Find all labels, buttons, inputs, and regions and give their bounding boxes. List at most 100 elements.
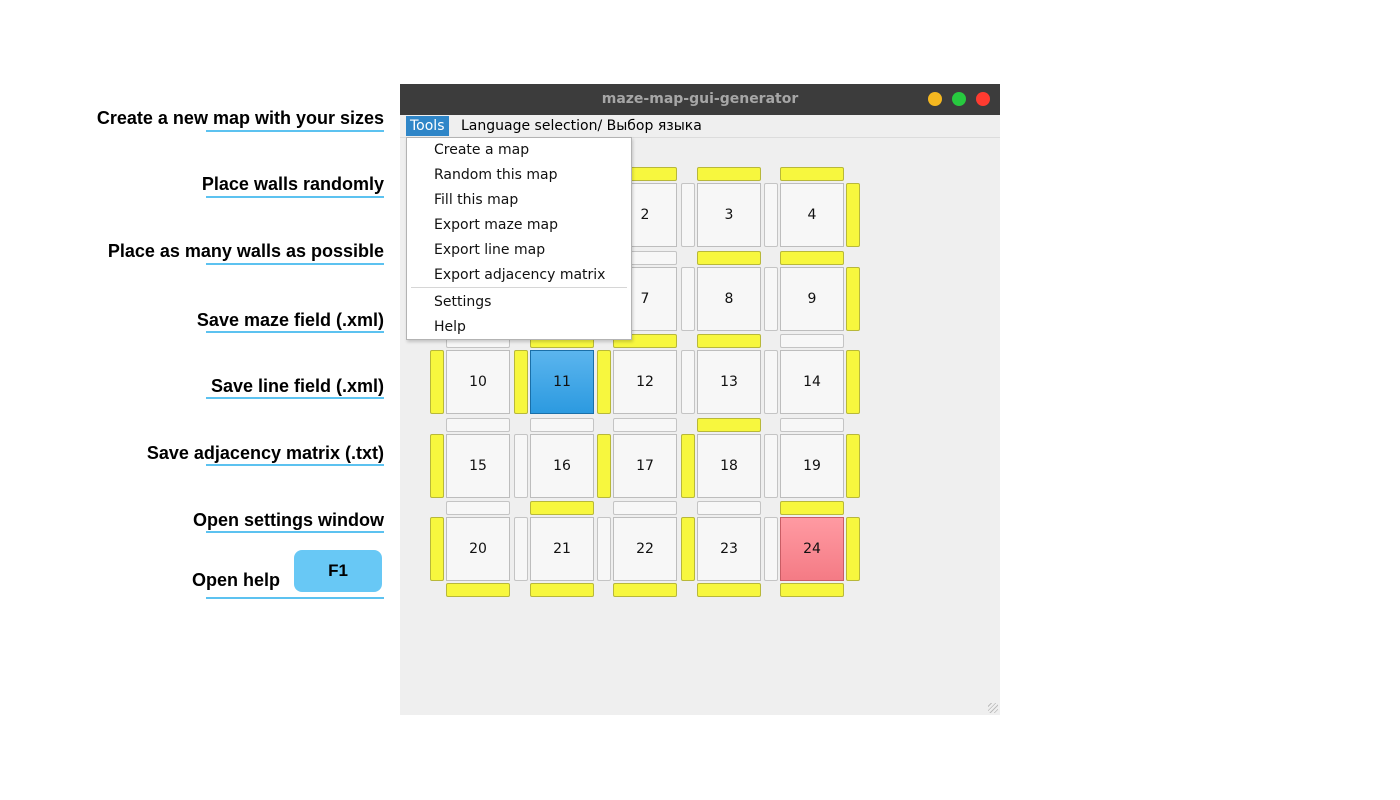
- vertical-wall-toggle[interactable]: [846, 350, 860, 414]
- vertical-wall-toggle[interactable]: [764, 350, 778, 414]
- horizontal-wall-toggle[interactable]: [613, 418, 677, 432]
- vertical-wall-toggle[interactable]: [430, 517, 444, 581]
- horizontal-wall-toggle[interactable]: [530, 501, 594, 515]
- vertical-wall-toggle[interactable]: [681, 183, 695, 247]
- maze-cell[interactable]: 20: [446, 517, 510, 581]
- maze-cell[interactable]: 4: [780, 183, 844, 247]
- horizontal-wall-toggle[interactable]: [697, 583, 761, 597]
- maze-cell[interactable]: 3: [697, 183, 761, 247]
- annotation-underline: [206, 397, 384, 399]
- vertical-wall-toggle[interactable]: [846, 183, 860, 247]
- maze-cell[interactable]: 18: [697, 434, 761, 498]
- vertical-wall-toggle[interactable]: [430, 434, 444, 498]
- vertical-wall-toggle[interactable]: [681, 517, 695, 581]
- menubar: Tools Language selection/ Выбор языка: [400, 115, 1000, 138]
- maze-cell[interactable]: 8: [697, 267, 761, 331]
- vertical-wall-toggle[interactable]: [681, 267, 695, 331]
- horizontal-wall-toggle[interactable]: [697, 167, 761, 181]
- horizontal-wall-toggle[interactable]: [697, 501, 761, 515]
- annotation-underline: [206, 597, 384, 599]
- annotation-settings: Open settings window: [192, 510, 384, 530]
- maze-cell[interactable]: 9: [780, 267, 844, 331]
- vertical-wall-toggle[interactable]: [681, 434, 695, 498]
- horizontal-wall-toggle[interactable]: [446, 418, 510, 432]
- menu-item-export-adjacency-matrix[interactable]: Export adjacency matrix: [434, 264, 605, 286]
- f1-key-badge: F1: [294, 550, 382, 592]
- menu-item-create-map[interactable]: Create a map: [434, 139, 529, 161]
- horizontal-wall-toggle[interactable]: [780, 167, 844, 181]
- annotation-fill-map: Place as many walls as possible: [107, 241, 384, 261]
- annotation-underline: [206, 196, 384, 198]
- vertical-wall-toggle[interactable]: [597, 517, 611, 581]
- tools-dropdown-menu: Create a map Random this map Fill this m…: [406, 137, 632, 340]
- minimize-button[interactable]: [928, 92, 942, 106]
- maze-cell[interactable]: 17: [613, 434, 677, 498]
- horizontal-wall-toggle[interactable]: [780, 418, 844, 432]
- menu-tools[interactable]: Tools: [406, 116, 449, 136]
- annotation-underline: [206, 331, 384, 333]
- annotation-random-map: Place walls randomly: [201, 174, 384, 194]
- horizontal-wall-toggle[interactable]: [780, 334, 844, 348]
- maze-cell[interactable]: 15: [446, 434, 510, 498]
- annotation-export-line: Save line field (.xml): [210, 376, 384, 396]
- vertical-wall-toggle[interactable]: [514, 434, 528, 498]
- window-titlebar[interactable]: maze-map-gui-generator: [400, 84, 1000, 115]
- menu-item-fill-map[interactable]: Fill this map: [434, 189, 518, 211]
- horizontal-wall-toggle[interactable]: [446, 583, 510, 597]
- vertical-wall-toggle[interactable]: [597, 350, 611, 414]
- vertical-wall-toggle[interactable]: [764, 183, 778, 247]
- annotation-underline: [206, 464, 384, 466]
- annotation-export-maze: Save maze field (.xml): [196, 310, 384, 330]
- annotation-export-matrix: Save adjacency matrix (.txt): [146, 443, 384, 463]
- maze-cell[interactable]: 24: [780, 517, 844, 581]
- resize-grip[interactable]: [988, 703, 998, 713]
- vertical-wall-toggle[interactable]: [597, 434, 611, 498]
- maze-cell[interactable]: 11: [530, 350, 594, 414]
- close-button[interactable]: [976, 92, 990, 106]
- vertical-wall-toggle[interactable]: [846, 267, 860, 331]
- horizontal-wall-toggle[interactable]: [446, 501, 510, 515]
- horizontal-wall-toggle[interactable]: [613, 501, 677, 515]
- maze-cell[interactable]: 19: [780, 434, 844, 498]
- vertical-wall-toggle[interactable]: [514, 517, 528, 581]
- horizontal-wall-toggle[interactable]: [780, 583, 844, 597]
- horizontal-wall-toggle[interactable]: [780, 251, 844, 265]
- menu-item-settings[interactable]: Settings: [434, 291, 491, 313]
- vertical-wall-toggle[interactable]: [430, 350, 444, 414]
- horizontal-wall-toggle[interactable]: [697, 418, 761, 432]
- maze-cell[interactable]: 16: [530, 434, 594, 498]
- annotation-underline: [206, 130, 384, 132]
- menu-item-export-line-map[interactable]: Export line map: [434, 239, 545, 261]
- annotation-underline: [206, 531, 384, 533]
- maze-cell[interactable]: 22: [613, 517, 677, 581]
- annotation-create-map: Create a new map with your sizes: [96, 108, 384, 128]
- window-title: maze-map-gui-generator: [601, 91, 799, 107]
- menu-item-help[interactable]: Help: [434, 316, 466, 338]
- vertical-wall-toggle[interactable]: [514, 350, 528, 414]
- vertical-wall-toggle[interactable]: [846, 517, 860, 581]
- maze-cell[interactable]: 12: [613, 350, 677, 414]
- maze-cell[interactable]: 14: [780, 350, 844, 414]
- horizontal-wall-toggle[interactable]: [697, 334, 761, 348]
- maze-cell[interactable]: 10: [446, 350, 510, 414]
- maze-cell[interactable]: 23: [697, 517, 761, 581]
- annotation-help: Open help: [191, 570, 280, 590]
- maze-cell[interactable]: 21: [530, 517, 594, 581]
- menu-item-export-maze-map[interactable]: Export maze map: [434, 214, 558, 236]
- maximize-button[interactable]: [952, 92, 966, 106]
- horizontal-wall-toggle[interactable]: [613, 583, 677, 597]
- horizontal-wall-toggle[interactable]: [697, 251, 761, 265]
- maze-cell[interactable]: 13: [697, 350, 761, 414]
- vertical-wall-toggle[interactable]: [764, 517, 778, 581]
- horizontal-wall-toggle[interactable]: [530, 418, 594, 432]
- vertical-wall-toggle[interactable]: [681, 350, 695, 414]
- horizontal-wall-toggle[interactable]: [530, 583, 594, 597]
- vertical-wall-toggle[interactable]: [764, 267, 778, 331]
- horizontal-wall-toggle[interactable]: [780, 501, 844, 515]
- annotation-underline: [206, 263, 384, 265]
- menu-separator: [411, 287, 627, 288]
- menu-language-selection[interactable]: Language selection/ Выбор языка: [457, 116, 706, 136]
- vertical-wall-toggle[interactable]: [846, 434, 860, 498]
- menu-item-random-map[interactable]: Random this map: [434, 164, 558, 186]
- vertical-wall-toggle[interactable]: [764, 434, 778, 498]
